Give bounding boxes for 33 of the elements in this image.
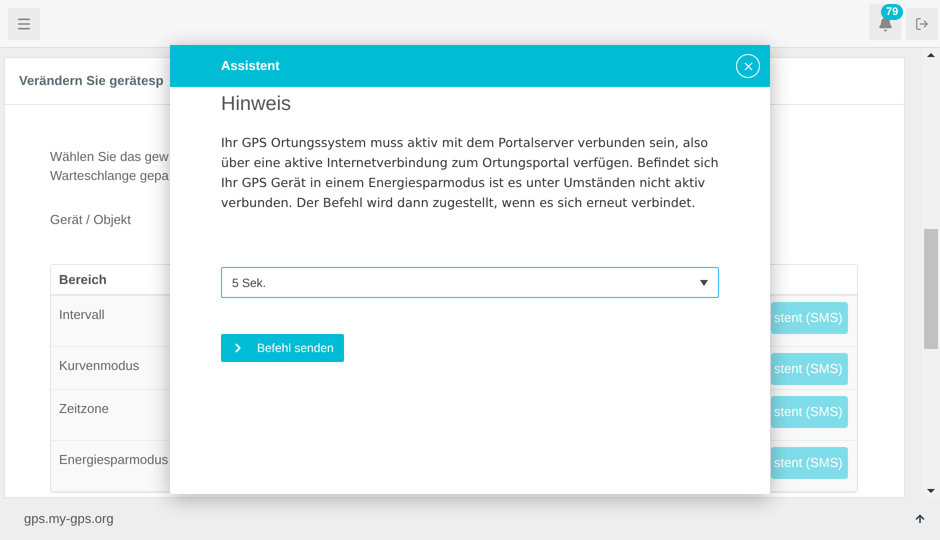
scrollbar-thumb[interactable] [924, 229, 938, 349]
logout-icon [915, 16, 929, 30]
intro-text: Wählen Sie das gew [50, 148, 169, 166]
assistant-sms-button[interactable]: stent (SMS) [771, 396, 848, 428]
logout-button[interactable] [906, 8, 938, 40]
notice-text: Ihr GPS Ortungssystem muss aktiv mit dem Portalserver verbunden sein, also über eine aktive Internetverbindung zum Ortungsportal verfügen. Befindet sich Ihr GPS Gerät in einem Energiesparmodus ist es unter Umständen nicht aktiv verbunden. Der Befehl wird dann zugestellt, wenn es sich erneut verbindet. [221, 134, 719, 212]
intro-text: Warteschlange gepa [50, 167, 169, 185]
send-command-button[interactable]: Befehl senden [221, 334, 344, 362]
table-cell-text: Zeitzone [58, 400, 109, 418]
footer-domain: gps.my-gps.org [24, 510, 114, 528]
column-header: Bereich [59, 270, 107, 289]
scroll-down-icon [927, 489, 935, 493]
assistant-sms-button[interactable]: stent (SMS) [771, 353, 848, 385]
bell-icon [878, 17, 892, 32]
notification-badge: 79 [881, 4, 904, 20]
table-cell-text: Energiesparmodus [58, 451, 168, 469]
dialog-title: Assistent [221, 57, 280, 76]
close-button[interactable] [736, 54, 760, 78]
card-title: Verändern Sie gerätesp [19, 72, 164, 90]
assistant-sms-button[interactable]: stent (SMS) [771, 302, 848, 334]
table-cell-text: Intervall [58, 306, 105, 324]
menu-icon [16, 16, 32, 32]
device-label: Gerät / Objekt [50, 211, 131, 229]
scroll-up-icon [927, 53, 935, 57]
table-cell-text: Kurvenmodus [58, 357, 140, 375]
menu-button[interactable] [8, 8, 40, 40]
dialog-heading: Hinweis [221, 92, 292, 117]
dropdown-caret-icon [700, 280, 708, 286]
interval-select[interactable]: 5 Sek. [221, 267, 719, 298]
notifications-button[interactable]: 79 [869, 4, 901, 40]
close-icon [742, 60, 754, 72]
assistant-sms-button[interactable]: stent (SMS) [771, 447, 848, 479]
back-to-top-icon[interactable] [914, 513, 926, 525]
